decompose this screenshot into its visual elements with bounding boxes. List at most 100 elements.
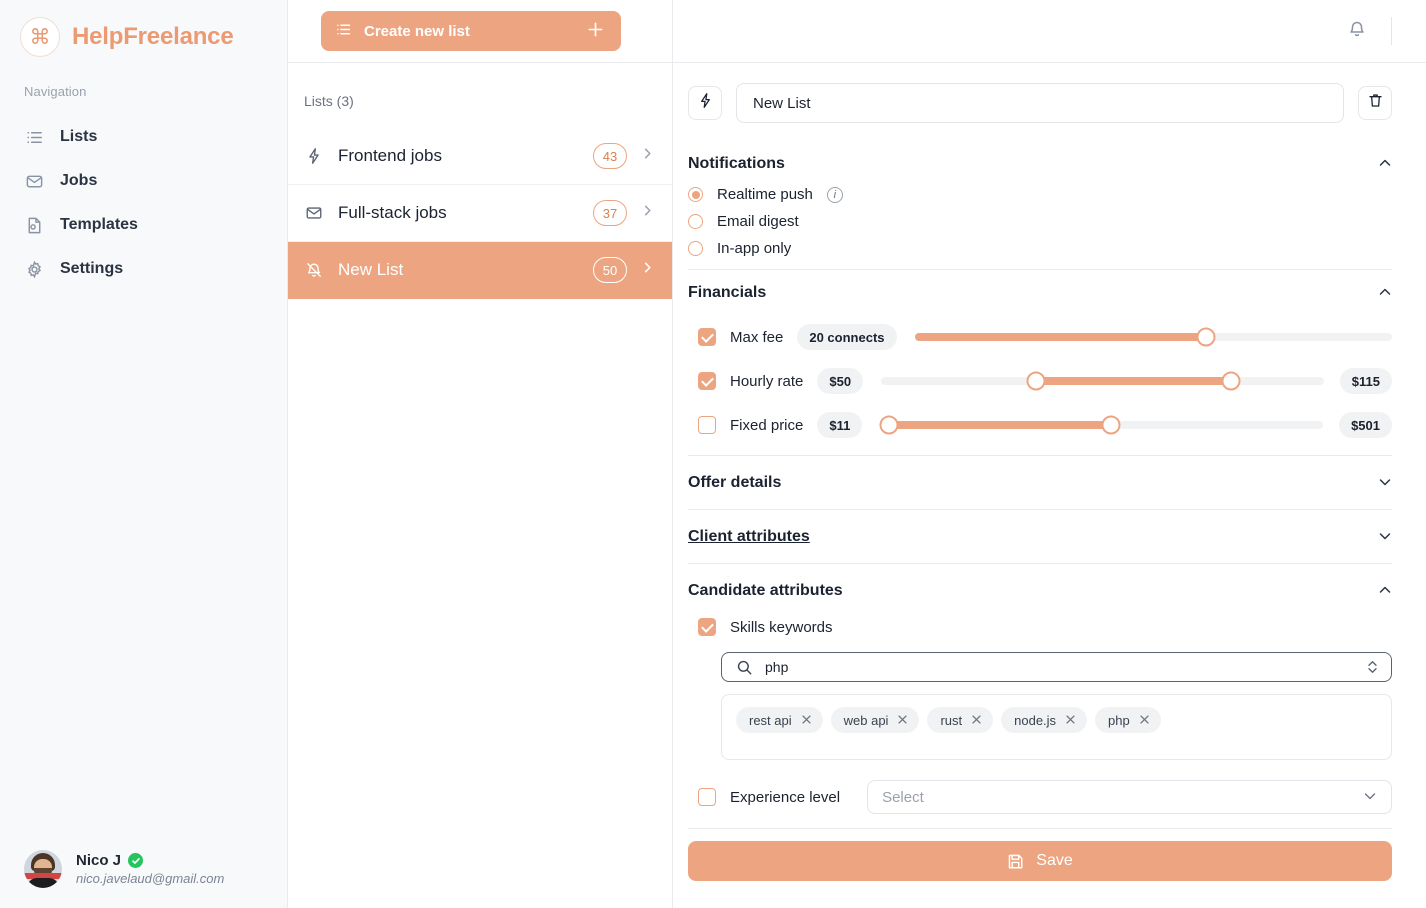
close-icon[interactable] — [801, 713, 812, 728]
plus-icon — [586, 20, 605, 43]
financial-left-value: 20 connects — [797, 324, 896, 350]
save-icon — [1007, 853, 1024, 870]
list-type-button[interactable] — [688, 86, 722, 120]
list-item-full-stack-jobs[interactable]: Full-stack jobs 37 — [288, 185, 672, 242]
info-icon[interactable]: i — [827, 187, 843, 203]
skills-search-input[interactable]: php — [721, 652, 1392, 682]
fixed-price-checkbox[interactable] — [698, 416, 716, 434]
radio-icon — [688, 241, 703, 256]
detail-content: Notifications Realtime push i Email dige… — [673, 62, 1426, 908]
save-button[interactable]: Save — [688, 841, 1392, 881]
list-name-input[interactable] — [736, 83, 1344, 123]
radio-option-realtime-push[interactable]: Realtime push i — [688, 186, 1392, 203]
list-icon — [335, 21, 352, 42]
section-offer-details: Offer details — [688, 456, 1392, 510]
max-fee-slider[interactable] — [915, 333, 1392, 341]
slider-handle-end[interactable] — [1221, 372, 1240, 391]
section-notifications: Notifications Realtime push i Email dige… — [688, 141, 1392, 270]
slider-handle-end[interactable] — [1101, 416, 1120, 435]
detail-topbar — [673, 0, 1426, 62]
chevron-down-icon — [1363, 789, 1377, 806]
sidebar-item-jobs[interactable]: Jobs — [0, 159, 287, 203]
close-icon[interactable] — [897, 713, 908, 728]
experience-level-row: Experience level Select — [688, 780, 1392, 814]
skill-tag[interactable]: rust — [927, 707, 993, 733]
skill-tag[interactable]: node.js — [1001, 707, 1087, 733]
sidebar-item-label: Templates — [60, 216, 138, 234]
chevron-updown-icon[interactable] — [1366, 659, 1379, 675]
financial-row-fixed-price: Fixed price $11 $501 — [688, 411, 1392, 439]
section-title: Candidate attributes — [688, 582, 843, 600]
list-item-count: 50 — [593, 257, 627, 283]
radio-option-in-app-only[interactable]: In-app only — [688, 240, 1392, 257]
section-notifications-header[interactable]: Notifications — [688, 141, 1392, 186]
list-item-frontend-jobs[interactable]: Frontend jobs 43 — [288, 128, 672, 185]
mail-icon — [304, 204, 324, 222]
chevron-down-icon — [1378, 529, 1392, 546]
candidate-attributes-body: Skills keywords php — [688, 614, 1392, 828]
chevron-right-icon — [641, 204, 654, 222]
user-email: nico.javelaud@gmail.com — [76, 871, 224, 886]
close-icon[interactable] — [1065, 713, 1076, 728]
slider-handle-end[interactable] — [1196, 328, 1215, 347]
skills-keywords-row: Skills keywords — [688, 618, 1392, 636]
user-profile[interactable]: Nico J nico.javelaud@gmail.com — [0, 836, 288, 908]
section-financials: Financials Max fee 20 connects — [688, 270, 1392, 456]
brand: ⌘ HelpFreelance — [0, 0, 287, 62]
save-label: Save — [1036, 852, 1072, 870]
financial-label: Hourly rate — [730, 373, 803, 390]
gear-icon — [24, 259, 44, 279]
section-title: Financials — [688, 284, 766, 302]
skill-tag-label: web api — [844, 713, 889, 728]
skills-keywords-checkbox[interactable] — [698, 618, 716, 636]
list-item-new-list[interactable]: New List 50 — [288, 242, 672, 299]
section-offer-details-header[interactable]: Offer details — [688, 456, 1392, 509]
sidebar-item-label: Jobs — [60, 172, 97, 190]
sidebar-item-templates[interactable]: Templates — [0, 203, 287, 247]
lists-rows: Frontend jobs 43 Full-stack jobs 37 — [288, 128, 672, 299]
section-client-attributes: Client attributes — [688, 510, 1392, 564]
close-icon[interactable] — [1139, 713, 1150, 728]
experience-level-label: Experience level — [730, 789, 840, 806]
mail-icon — [24, 171, 44, 191]
slider-handle-start[interactable] — [1027, 372, 1046, 391]
sidebar-item-label: Settings — [60, 260, 123, 278]
financial-row-max-fee: Max fee 20 connects — [688, 323, 1392, 351]
notifications-bell-button[interactable] — [1337, 11, 1377, 51]
list-item-count: 43 — [593, 143, 627, 169]
skills-tags-container: rest api web api rust — [721, 694, 1392, 760]
max-fee-checkbox[interactable] — [698, 328, 716, 346]
hourly-rate-checkbox[interactable] — [698, 372, 716, 390]
radio-label: Realtime push — [717, 186, 813, 203]
create-new-list-button[interactable]: Create new list — [321, 11, 621, 51]
lists-heading: Lists (3) — [288, 63, 672, 109]
fixed-price-slider[interactable] — [880, 421, 1323, 429]
skill-tag-label: node.js — [1014, 713, 1056, 728]
list-item-label: Frontend jobs — [338, 146, 579, 166]
hourly-rate-slider[interactable] — [881, 377, 1324, 385]
radio-option-email-digest[interactable]: Email digest — [688, 213, 1392, 230]
radio-label: Email digest — [717, 213, 799, 230]
delete-list-button[interactable] — [1358, 86, 1392, 120]
skill-tag[interactable]: php — [1095, 707, 1161, 733]
skill-tag[interactable]: rest api — [736, 707, 823, 733]
search-icon — [736, 659, 753, 676]
lists-toolbar: Create new list — [288, 0, 672, 62]
slider-handle-start[interactable] — [880, 416, 899, 435]
section-candidate-attributes: Candidate attributes Skills keywords — [688, 564, 1392, 829]
bell-icon — [1347, 19, 1367, 44]
slider-fill — [1036, 377, 1231, 385]
experience-level-checkbox[interactable] — [698, 788, 716, 806]
radio-label: In-app only — [717, 240, 791, 257]
experience-level-select[interactable]: Select — [867, 780, 1392, 814]
section-candidate-attributes-header[interactable]: Candidate attributes — [688, 564, 1392, 614]
section-financials-header[interactable]: Financials — [688, 270, 1392, 315]
sidebar-item-settings[interactable]: Settings — [0, 247, 287, 291]
save-bar: Save — [688, 829, 1392, 895]
section-client-attributes-header[interactable]: Client attributes — [688, 510, 1392, 563]
sidebar-item-lists[interactable]: Lists — [0, 115, 287, 159]
close-icon[interactable] — [971, 713, 982, 728]
sidebar: ⌘ HelpFreelance Navigation Lists Jo — [0, 0, 288, 908]
financial-right-value: $115 — [1340, 368, 1392, 394]
skill-tag[interactable]: web api — [831, 707, 920, 733]
